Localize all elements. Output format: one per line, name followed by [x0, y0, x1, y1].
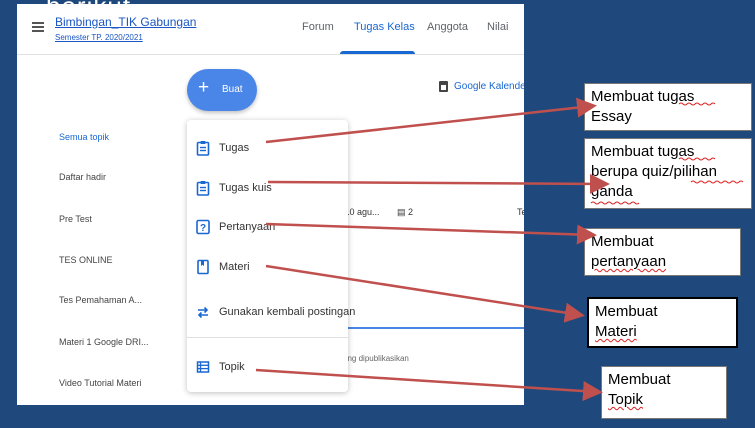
arrow-to-tugas-kuis	[267, 173, 610, 194]
annotation-arrows	[255, 97, 744, 402]
spellcheck-underline	[590, 201, 640, 205]
arrow-to-pertanyaan	[265, 222, 597, 245]
spellcheck-underline	[678, 102, 716, 106]
arrow-to-tugas	[265, 97, 597, 144]
arrow-to-topik	[255, 368, 603, 402]
arrow-to-materi	[265, 264, 585, 323]
spellcheck-underline	[678, 157, 716, 161]
spellcheck-underline	[690, 180, 744, 184]
